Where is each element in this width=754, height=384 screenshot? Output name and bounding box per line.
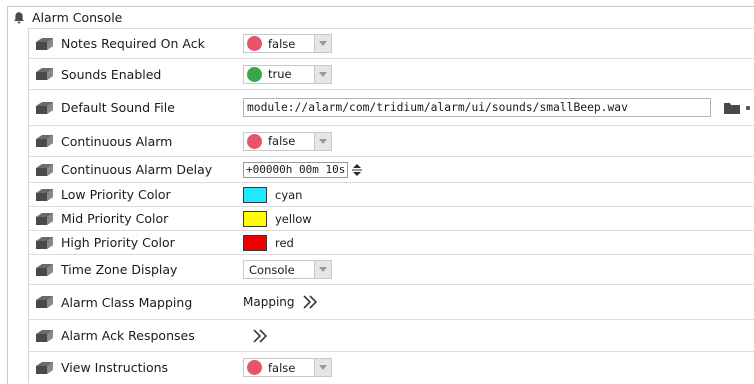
property-row-alarm-class-mapping: Alarm Class Mapping Mapping (29, 285, 754, 319)
chevron-right-icon[interactable] (301, 295, 321, 309)
bell-icon (14, 11, 24, 23)
boolean-dropdown[interactable]: false (243, 131, 332, 151)
property-row-time-zone-display: Time Zone Display Console (29, 255, 754, 284)
property-label: Alarm Ack Responses (61, 328, 195, 343)
slot-icon (36, 212, 53, 225)
dropdown-arrow-icon[interactable] (314, 35, 331, 52)
property-row-high-priority-color: High Priority Color red (29, 231, 754, 254)
select-value: Console (249, 262, 295, 277)
color-swatch[interactable] (243, 234, 267, 251)
boolean-dropdown[interactable]: false (243, 358, 332, 377)
dropdown-arrow-icon[interactable] (314, 359, 331, 376)
dropdown-arrow-icon[interactable] (314, 261, 331, 278)
property-label: Continuous Alarm Delay (61, 162, 213, 177)
property-label: Mid Priority Color (61, 211, 169, 226)
slot-icon (36, 188, 53, 201)
slot-icon (36, 329, 53, 342)
color-swatch[interactable] (243, 210, 267, 227)
slot-icon (36, 236, 53, 249)
property-row-notes-required-on-ack: Notes Required On Ack false (29, 29, 754, 58)
property-label: Time Zone Display (61, 262, 178, 277)
property-label: Sounds Enabled (61, 66, 162, 82)
property-row-alarm-ack-responses: Alarm Ack Responses (29, 320, 754, 351)
folder-icon[interactable] (724, 102, 740, 114)
reltime-input[interactable]: +00000h 00m 10s (243, 161, 349, 178)
status-dot-icon (247, 36, 262, 51)
boolean-dropdown[interactable]: true (243, 64, 332, 84)
slot-icon (36, 163, 53, 176)
property-label: Alarm Class Mapping (61, 294, 193, 310)
color-swatch[interactable] (243, 186, 267, 203)
property-label: Continuous Alarm (61, 133, 173, 149)
property-row-low-priority-color: Low Priority Color cyan (29, 183, 754, 206)
property-row-mid-priority-color: Mid Priority Color yellow (29, 207, 754, 230)
property-label: Notes Required On Ack (61, 36, 205, 51)
panel-title: Alarm Console (32, 10, 123, 25)
slot-icon (36, 135, 53, 147)
color-value: red (275, 235, 294, 250)
property-row-default-sound-file: Default Sound File module://alarm/com/tr… (29, 90, 754, 125)
chevron-right-icon[interactable] (251, 328, 271, 343)
panel-header[interactable]: Alarm Console (8, 7, 754, 28)
color-value: yellow (275, 211, 312, 226)
overflow-marker (746, 105, 750, 110)
boolean-dropdown[interactable]: false (243, 34, 332, 53)
property-label: View Instructions (61, 360, 169, 375)
property-row-view-instructions: View Instructions false (29, 352, 754, 383)
property-row-sounds-enabled: Sounds Enabled true (29, 59, 754, 89)
boolean-value: false (268, 36, 296, 51)
sound-file-input[interactable]: module://alarm/com/tridium/alarm/ui/soun… (243, 98, 711, 117)
property-label: Low Priority Color (61, 187, 171, 202)
status-dot-icon (247, 66, 262, 82)
status-dot-icon (247, 360, 262, 375)
property-row-continuous-alarm: Continuous Alarm false (29, 126, 754, 156)
dropdown-arrow-icon[interactable] (314, 65, 331, 83)
slot-icon (36, 361, 53, 374)
status-dot-icon (247, 133, 262, 149)
slot-icon (36, 68, 53, 80)
color-value: cyan (275, 187, 303, 202)
spinner-icon[interactable] (352, 163, 363, 176)
time-zone-dropdown[interactable]: Console (243, 260, 332, 279)
boolean-value: false (268, 360, 296, 375)
dropdown-arrow-icon[interactable] (314, 132, 331, 150)
boolean-value: true (268, 67, 292, 81)
property-row-continuous-alarm-delay: Continuous Alarm Delay +00000h 00m 10s (29, 157, 754, 182)
slot-icon (36, 296, 53, 308)
property-label: Default Sound File (61, 100, 175, 115)
boolean-value: false (268, 134, 296, 148)
slot-icon (36, 101, 53, 114)
property-label: High Priority Color (61, 235, 175, 250)
slot-icon (36, 263, 53, 276)
slot-icon (36, 37, 53, 50)
mapping-link[interactable]: Mapping (243, 295, 295, 309)
